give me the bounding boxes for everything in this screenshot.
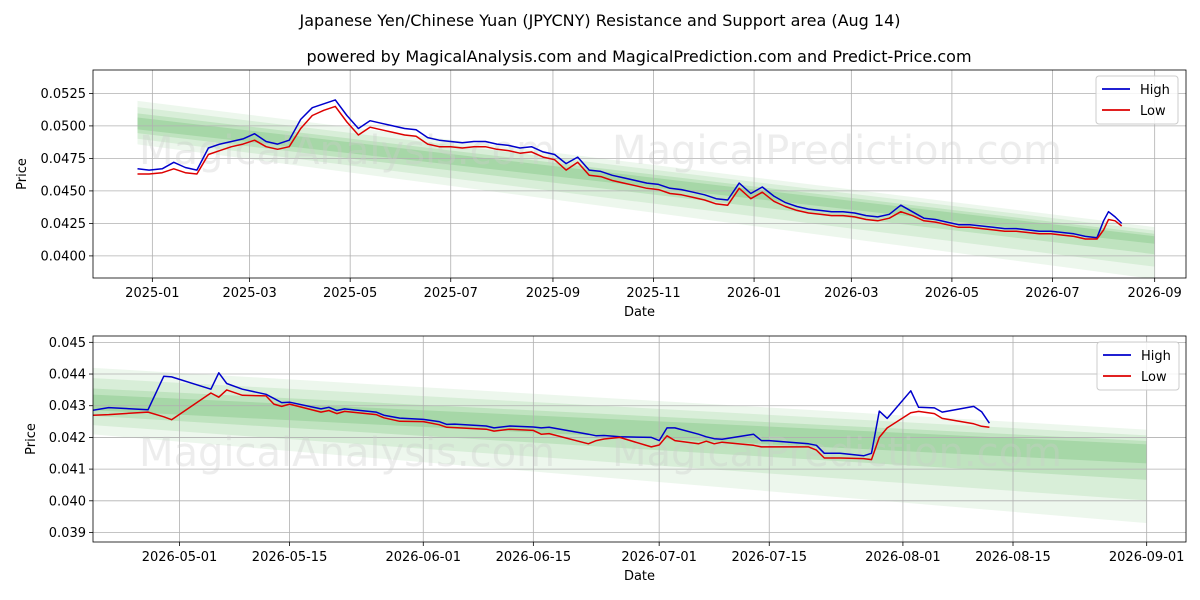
legend: High Low [1095, 75, 1179, 125]
y-tick-label: 0.041 [49, 463, 86, 478]
y-tick-label: 0.0525 [41, 87, 87, 102]
watermark-text: MagicalAnalysis.com [139, 430, 555, 476]
x-tick-label: 2026-06-15 [496, 550, 572, 565]
y-tick-label: 0.0450 [41, 184, 87, 199]
chart-title: Japanese Yen/Chinese Yuan (JPYCNY) Resis… [298, 11, 900, 30]
x-tick-label: 2026-05 [925, 286, 979, 301]
y-tick-label: 0.045 [49, 336, 86, 351]
x-tick-label: 2026-06-01 [385, 550, 461, 565]
x-tick-label: 2026-03 [824, 286, 878, 301]
x-tick-label: 2026-05-01 [142, 550, 218, 565]
x-tick-label: 2026-07-01 [621, 550, 697, 565]
legend-label-high: High [1140, 83, 1170, 98]
x-tick-label: 2025-01 [125, 286, 179, 301]
legend: High Low [1096, 341, 1180, 391]
x-tick-label: 2026-09 [1128, 286, 1182, 301]
y-tick-label: 0.042 [49, 431, 86, 446]
x-axis-label: Date [624, 569, 655, 584]
watermark-text: MagicalPrediction.com [612, 128, 1062, 174]
x-tick-label: 2025-07 [424, 286, 478, 301]
y-axis-label: Price [15, 158, 30, 190]
y-tick-label: 0.0400 [41, 249, 87, 264]
x-tick-label: 2026-07-15 [731, 550, 807, 565]
x-tick-label: 2025-09 [526, 286, 580, 301]
x-tick-label: 2026-08-01 [865, 550, 941, 565]
y-tick-label: 0.039 [49, 526, 86, 541]
bottom-panel: 2026-05-01 2026-05-15 2026-06-01 2026-06-15… [24, 335, 1187, 584]
chart-subtitle: powered by MagicalAnalysis.com and Magic… [306, 47, 971, 66]
y-tick-label: 0.044 [49, 368, 86, 383]
x-tick-label: 2025-11 [626, 286, 680, 301]
x-tick-label: 2025-03 [222, 286, 276, 301]
x-axis-label: Date [624, 305, 655, 320]
x-tick-label: 2026-05-15 [252, 550, 328, 565]
legend-label-high: High [1141, 349, 1171, 364]
x-tick-label: 2026-08-15 [975, 550, 1051, 565]
y-tick-label: 0.0500 [41, 119, 87, 134]
x-tick-label: 2026-09-01 [1109, 550, 1185, 565]
watermark-text: MagicalPrediction.com [612, 278, 1062, 324]
legend-label-low: Low [1141, 370, 1167, 385]
legend-label-low: Low [1140, 104, 1166, 119]
y-tick-label: 0.0475 [41, 152, 87, 167]
y-tick-label: 0.043 [49, 399, 86, 414]
top-panel: 2025-01 2025-03 2025-05 2025-07 2025-09 2025-… [15, 69, 1187, 324]
chart-figure: Japanese Yen/Chinese Yuan (JPYCNY) Resis… [15, 11, 1187, 584]
x-tick-label: 2026-07 [1025, 286, 1079, 301]
x-tick-label: 2026-01 [727, 286, 781, 301]
y-tick-label: 0.040 [49, 494, 86, 509]
x-tick-label: 2025-05 [323, 286, 377, 301]
y-tick-label: 0.0425 [41, 217, 87, 232]
y-axis-label: Price [24, 423, 39, 455]
watermark-text: MagicalAnalysis.com [139, 278, 555, 324]
